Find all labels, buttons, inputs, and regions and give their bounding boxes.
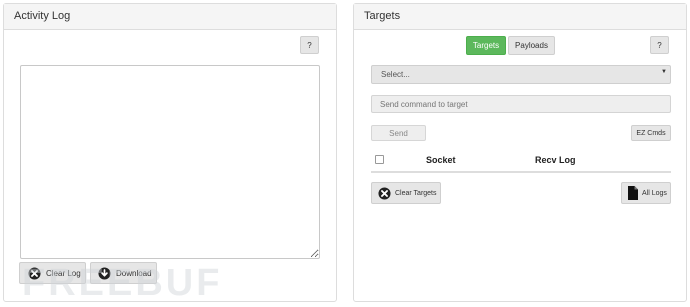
- document-icon: [628, 186, 638, 200]
- activity-log-help-button[interactable]: ?: [300, 36, 319, 54]
- tab-targets-label: Targets: [472, 41, 500, 50]
- tab-targets[interactable]: Targets: [466, 36, 506, 55]
- download-label: Download: [116, 268, 152, 278]
- clear-log-label: Clear Log: [46, 268, 81, 278]
- targets-panel: Targets Targets Payloads ? Select... ▼ S…: [353, 3, 687, 302]
- targets-heading: Targets: [354, 4, 686, 30]
- tab-payloads[interactable]: Payloads: [508, 36, 555, 55]
- column-recv-log: Recv Log: [535, 155, 576, 165]
- clear-log-button[interactable]: Clear Log: [19, 262, 86, 284]
- download-button[interactable]: Download: [90, 262, 157, 284]
- help-label: ?: [307, 40, 312, 50]
- select-all-checkbox[interactable]: [375, 155, 384, 164]
- send-button[interactable]: Send: [371, 125, 426, 141]
- download-circle-icon: [98, 266, 111, 280]
- help-label: ?: [657, 40, 662, 50]
- activity-log-textarea[interactable]: [20, 65, 320, 259]
- caret-down-icon: ▼: [661, 69, 667, 75]
- activity-log-panel: Activity Log ? Clear Log Download: [3, 3, 337, 302]
- activity-log-heading: Activity Log: [4, 4, 336, 30]
- targets-title: Targets: [364, 10, 401, 22]
- all-logs-button[interactable]: All Logs: [621, 182, 671, 204]
- command-input[interactable]: [371, 95, 671, 113]
- remove-circle-icon: [378, 186, 391, 200]
- clear-targets-label: Clear Targets: [395, 189, 437, 197]
- tab-payloads-label: Payloads: [515, 41, 548, 50]
- ez-cmds-button[interactable]: EZ Cmds: [631, 125, 671, 141]
- targets-help-button[interactable]: ?: [650, 36, 669, 54]
- remove-circle-icon: [28, 266, 41, 280]
- clear-targets-button[interactable]: Clear Targets: [371, 182, 441, 204]
- ez-cmds-label: EZ Cmds: [636, 129, 666, 137]
- activity-log-title: Activity Log: [14, 10, 71, 22]
- column-socket: Socket: [426, 155, 456, 165]
- send-label: Send: [389, 128, 408, 138]
- targets-table-header: Socket Recv Log: [371, 153, 671, 173]
- target-select-value: Select...: [381, 70, 410, 79]
- all-logs-label: All Logs: [642, 189, 667, 197]
- target-select[interactable]: Select... ▼: [371, 65, 671, 84]
